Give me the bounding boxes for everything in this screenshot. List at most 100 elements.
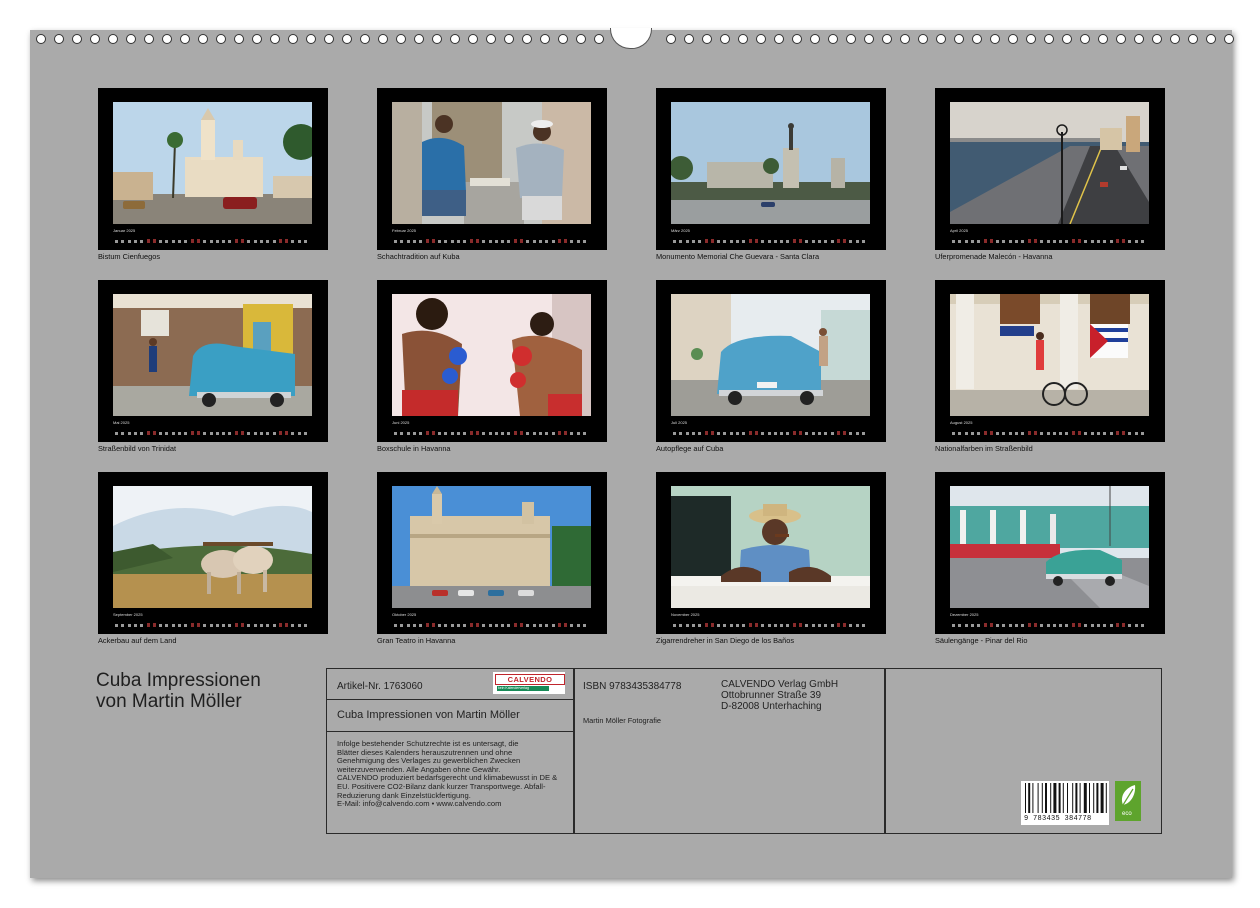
info-box: Artikel-Nr. 1763060 CALVENDO kein Kalend… [326,668,1162,834]
binding-ring [846,34,856,44]
month-photo [113,294,312,416]
leaf-icon [1121,785,1136,806]
mini-calendar-strip [950,425,1149,437]
calendar-overview-page: Januar 2025 Bistum Cienfuegos Februar 2025… [30,28,1234,878]
binding-ring [990,34,1000,44]
photo-cigar [671,486,870,608]
mini-calendar-strip [392,233,591,245]
binding-ring [864,34,874,44]
month-photo [392,486,591,608]
mini-calendar-strip [671,617,870,629]
isbn-number: ISBN 9783435384778 [583,681,682,692]
month-caption: Straßenbild von Trinidat [98,444,177,453]
month-photo [950,102,1149,224]
binding-ring [576,34,586,44]
binding-ring [522,34,532,44]
calvendo-logo-name: CALVENDO [495,674,565,685]
binding-ring [216,34,226,44]
binding-ring [1134,34,1144,44]
photo-columns [950,486,1149,608]
binding-ring [1098,34,1108,44]
month-caption: Uferpromenade Malecón - Havanna [935,252,1053,261]
binding-ring [90,34,100,44]
month-photo [392,102,591,224]
binding-ring [342,34,352,44]
month-frame: Januar 2025 [98,88,328,250]
mini-calendar-strip [392,617,591,629]
month-caption: Gran Teatro in Havanna [377,636,456,645]
binding-ring [36,34,46,44]
photo-monument [671,102,870,224]
binding-ring [1026,34,1036,44]
photo-boxing [392,294,591,416]
photo-theatre [392,486,591,608]
binding-ring [1062,34,1072,44]
mini-calendar-strip [671,425,870,437]
binding-ring [360,34,370,44]
binding-ring [558,34,568,44]
legal-line: E-Mail: info@calvendo.com • www.calvendo… [337,799,502,809]
calendar-title: Cuba Impressionen von Martin Möller [96,670,261,712]
month-photo [671,102,870,224]
title-line-2: von Martin Möller [96,691,242,712]
mini-calendar-strip [671,233,870,245]
binding-ring [396,34,406,44]
month-frame: Oktober 2025 [377,472,607,634]
month-frame: August 2025 [935,280,1165,442]
month-caption: Zigarrendreher in San Diego de los Baños [656,636,795,645]
month-photo [950,486,1149,608]
month-photo [671,486,870,608]
legal-text: Infolge bestehender Schutzrechte ist es … [337,739,557,809]
binding-ring [1170,34,1180,44]
binding-ring [270,34,280,44]
binding-ring [504,34,514,44]
photo-flag [950,294,1149,416]
month-frame: Juni 2025 [377,280,607,442]
binding-ring [936,34,946,44]
binding-ring [252,34,262,44]
binding-ring [1080,34,1090,44]
month-frame: November 2025 [656,472,886,634]
binding-ring [774,34,784,44]
binding-ring [792,34,802,44]
binding-ring [432,34,442,44]
photo-carcare [671,294,870,416]
mini-calendar-strip [113,233,312,245]
isbn-barcode: 9 783435 384778 [1021,781,1109,825]
month-caption: Schachtradition auf Kuba [377,252,460,261]
binding-ring [324,34,334,44]
calendar-subtitle: Cuba Impressionen von Martin Möller [337,709,520,721]
mini-calendar-strip [113,425,312,437]
binding-ring [594,34,604,44]
mini-calendar-strip [113,617,312,629]
info-hline-1 [327,699,573,701]
barcode-number: 9 783435 384778 [1024,815,1092,823]
binding-ring [108,34,118,44]
calvendo-logo: CALVENDO kein Kalender­verlag [493,672,565,694]
month-frame: Februar 2025 [377,88,607,250]
article-number: Artikel-Nr. 1763060 [337,681,423,692]
binding-ring [1008,34,1018,44]
month-caption: Nationalfarben im Straßenbild [935,444,1033,453]
binding-ring [1116,34,1126,44]
info-divider-1 [573,669,575,833]
binding-ring [756,34,766,44]
binding-ring [234,34,244,44]
publisher-city: D-82008 Unterhaching [721,701,822,712]
month-photo [671,294,870,416]
mini-calendar-strip [950,617,1149,629]
calvendo-logo-tagline: kein Kalender­verlag [498,686,529,690]
binding-ring [702,34,712,44]
month-caption: Bistum Cienfuegos [98,252,161,261]
binding-ring [882,34,892,44]
eco-badge: eco [1115,781,1141,821]
mini-calendar-strip [392,425,591,437]
publisher-name: CALVENDO Verlag GmbH [721,679,839,690]
month-frame: September 2025 [98,472,328,634]
binding-ring [144,34,154,44]
binding-ring [666,34,676,44]
month-caption: Ackerbau auf dem Land [98,636,177,645]
binding-ring [468,34,478,44]
binding-ring [180,34,190,44]
binding-ring [486,34,496,44]
